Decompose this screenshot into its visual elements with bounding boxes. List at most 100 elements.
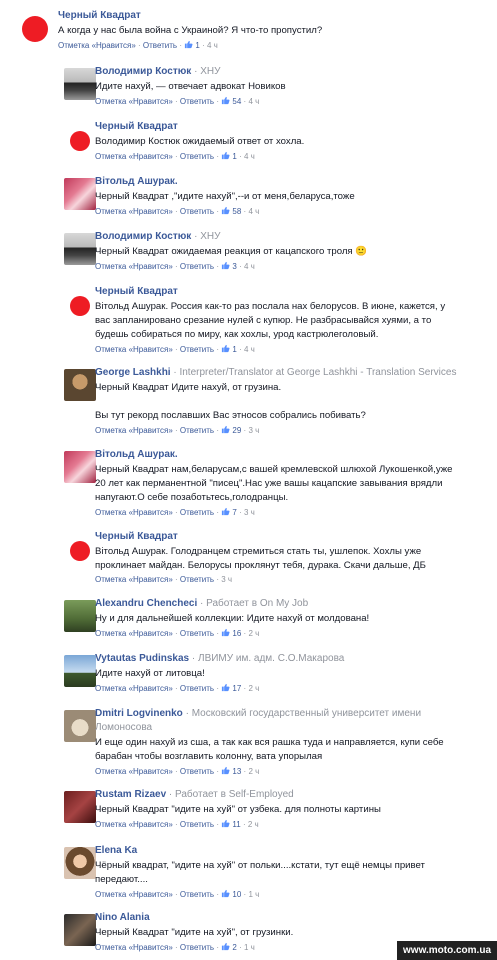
like-count[interactable]: 10: [230, 890, 241, 899]
avatar[interactable]: [64, 655, 96, 687]
timestamp[interactable]: 4 ч: [207, 41, 218, 50]
timestamp[interactable]: 3 ч: [248, 426, 259, 435]
author-name-text[interactable]: Вітольд Ашурак.: [95, 176, 178, 187]
like-count[interactable]: 16: [230, 629, 241, 638]
thumbs-up-icon[interactable]: [221, 942, 230, 951]
reply-link[interactable]: Ответить: [180, 97, 214, 106]
author-name[interactable]: Dmitri Logvinenko · Московский государст…: [95, 708, 421, 719]
like-count[interactable]: 58: [230, 207, 241, 216]
avatar[interactable]: [64, 600, 96, 632]
timestamp[interactable]: 2 ч: [248, 629, 259, 638]
timestamp[interactable]: 4 ч: [244, 152, 255, 161]
author-name-text[interactable]: Володимир Костюк: [95, 66, 191, 77]
thumbs-up-icon[interactable]: [221, 206, 230, 215]
timestamp[interactable]: 4 ч: [244, 345, 255, 354]
thumbs-up-icon[interactable]: [184, 40, 193, 49]
like-count[interactable]: 1: [193, 41, 199, 50]
avatar[interactable]: [64, 178, 96, 210]
timestamp[interactable]: 3 ч: [221, 575, 232, 584]
author-name[interactable]: Alexandru Chencheci · Работает в On My J…: [95, 598, 308, 609]
thumbs-up-icon[interactable]: [221, 683, 230, 692]
author-name[interactable]: Черный Квадрат: [58, 10, 141, 21]
author-name[interactable]: Черный Квадрат: [95, 531, 178, 542]
like-link[interactable]: Отметка «Нравится»: [95, 629, 173, 638]
timestamp[interactable]: 2 ч: [248, 820, 259, 829]
like-link[interactable]: Отметка «Нравится»: [95, 767, 173, 776]
author-name-text[interactable]: Вітольд Ашурак.: [95, 449, 178, 460]
avatar[interactable]: [64, 914, 96, 946]
author-name[interactable]: Nino Alania: [95, 912, 150, 923]
like-link[interactable]: Отметка «Нравится»: [95, 508, 173, 517]
like-link[interactable]: Отметка «Нравится»: [95, 97, 173, 106]
reply-link[interactable]: Ответить: [180, 890, 214, 899]
avatar[interactable]: [64, 233, 96, 265]
thumbs-up-icon[interactable]: [221, 819, 230, 828]
reply-link[interactable]: Ответить: [180, 684, 214, 693]
timestamp[interactable]: 1 ч: [244, 943, 255, 952]
reply-link[interactable]: Ответить: [180, 508, 214, 517]
like-link[interactable]: Отметка «Нравится»: [95, 152, 173, 161]
like-link[interactable]: Отметка «Нравится»: [95, 943, 173, 952]
reply-link[interactable]: Ответить: [143, 41, 177, 50]
like-count[interactable]: 29: [230, 426, 241, 435]
avatar[interactable]: [22, 16, 48, 42]
like-link[interactable]: Отметка «Нравится»: [95, 345, 173, 354]
thumbs-up-icon[interactable]: [221, 628, 230, 637]
author-name[interactable]: Володимир Костюк · ХНУ: [95, 66, 220, 77]
reply-link[interactable]: Ответить: [180, 426, 214, 435]
author-name[interactable]: Вітольд Ашурак.: [95, 176, 178, 187]
author-name[interactable]: Володимир Костюк · ХНУ: [95, 231, 220, 242]
thumbs-up-icon[interactable]: [221, 766, 230, 775]
author-name-text[interactable]: Nino Alania: [95, 912, 150, 923]
avatar[interactable]: [64, 710, 96, 742]
author-name[interactable]: Вітольд Ашурак.: [95, 449, 178, 460]
like-count[interactable]: 54: [230, 97, 241, 106]
author-name-text[interactable]: Володимир Костюк: [95, 231, 191, 242]
author-name-text[interactable]: Черный Квадрат: [95, 121, 178, 132]
reply-link[interactable]: Ответить: [180, 820, 214, 829]
like-link[interactable]: Отметка «Нравится»: [95, 890, 173, 899]
timestamp[interactable]: 2 ч: [248, 767, 259, 776]
author-name-text[interactable]: Vytautas Pudinskas: [95, 653, 189, 664]
timestamp[interactable]: 2 ч: [248, 684, 259, 693]
author-name[interactable]: Vytautas Pudinskas · ЛВИМУ им. адм. С.О.…: [95, 653, 344, 664]
thumbs-up-icon[interactable]: [221, 344, 230, 353]
author-name[interactable]: George Lashkhi · Interpreter/Translator …: [95, 367, 456, 378]
reply-link[interactable]: Ответить: [180, 207, 214, 216]
like-link[interactable]: Отметка «Нравится»: [95, 207, 173, 216]
timestamp[interactable]: 4 ч: [244, 262, 255, 271]
like-count[interactable]: 17: [230, 684, 241, 693]
author-name[interactable]: Черный Квадрат: [95, 286, 178, 297]
author-name[interactable]: Rustam Rizaev · Работает в Self-Employed: [95, 789, 294, 800]
thumbs-up-icon[interactable]: [221, 261, 230, 270]
author-name-text[interactable]: Elena Ka: [95, 845, 137, 856]
author-name-text[interactable]: Dmitri Logvinenko: [95, 708, 183, 719]
author-name-text[interactable]: George Lashkhi: [95, 367, 171, 378]
avatar[interactable]: [64, 369, 96, 401]
author-name-text[interactable]: Черный Квадрат: [95, 286, 178, 297]
author-name-text[interactable]: Alexandru Chencheci: [95, 598, 197, 609]
like-link[interactable]: Отметка «Нравится»: [95, 262, 173, 271]
like-count[interactable]: 3: [230, 262, 236, 271]
like-count[interactable]: 1: [230, 152, 236, 161]
like-link[interactable]: Отметка «Нравится»: [95, 426, 173, 435]
thumbs-up-icon[interactable]: [221, 889, 230, 898]
reply-link[interactable]: Ответить: [180, 943, 214, 952]
like-link[interactable]: Отметка «Нравится»: [95, 575, 173, 584]
like-count[interactable]: 2: [230, 943, 236, 952]
thumbs-up-icon[interactable]: [221, 151, 230, 160]
avatar[interactable]: [70, 541, 90, 561]
timestamp[interactable]: 1 ч: [248, 890, 259, 899]
avatar[interactable]: [70, 131, 90, 151]
thumbs-up-icon[interactable]: [221, 507, 230, 516]
avatar[interactable]: [70, 296, 90, 316]
author-name-text[interactable]: Черный Квадрат: [58, 10, 141, 21]
like-count[interactable]: 11: [230, 820, 240, 829]
reply-link[interactable]: Ответить: [180, 262, 214, 271]
like-link[interactable]: Отметка «Нравится»: [95, 820, 173, 829]
like-count[interactable]: 13: [230, 767, 241, 776]
like-link[interactable]: Отметка «Нравится»: [95, 684, 173, 693]
like-link[interactable]: Отметка «Нравится»: [58, 41, 136, 50]
author-name-text[interactable]: Черный Квадрат: [95, 531, 178, 542]
reply-link[interactable]: Ответить: [180, 345, 214, 354]
